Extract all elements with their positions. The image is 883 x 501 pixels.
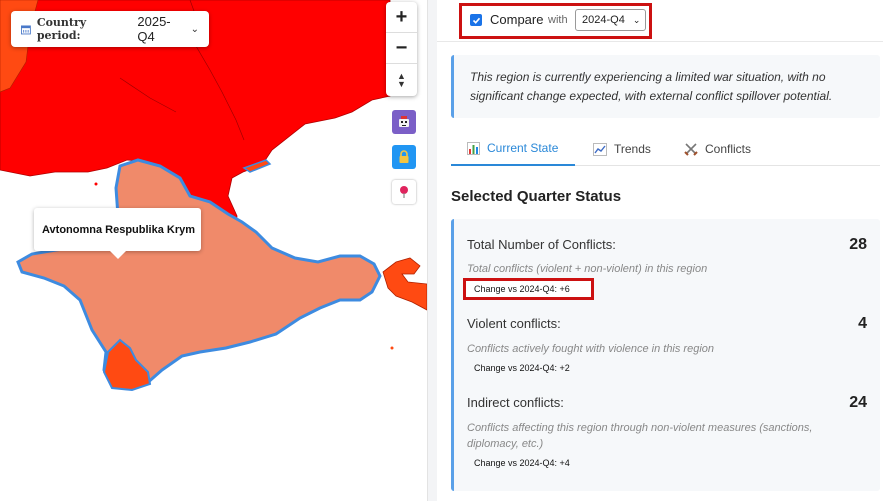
reset-north-button[interactable]: ▲ ▼	[386, 64, 417, 95]
app-root: Country period: 2025-Q4 ⌄ + − ▲ ▼ Avtono…	[0, 0, 883, 501]
country-period-value: 2025-Q4	[137, 14, 171, 44]
stat-violent-value: 4	[858, 315, 867, 332]
map-view[interactable]: Country period: 2025-Q4 ⌄ + − ▲ ▼ Avtono…	[0, 0, 427, 501]
chevron-down-icon: ⌄	[632, 14, 641, 25]
region-neighbor-east[interactable]	[382, 257, 427, 311]
compare-period-value: 2024-Q4	[582, 14, 625, 26]
stat-indirect-name: Indirect conflicts:	[467, 395, 564, 410]
map-islet	[94, 182, 98, 186]
stat-total-name: Total Number of Conflicts:	[467, 237, 616, 252]
compass-icon: ▲ ▼	[397, 70, 406, 89]
chevron-down-icon: ⌄	[190, 23, 199, 35]
stat-indirect-description: Conflicts affecting this region through …	[467, 422, 813, 450]
section-title: Selected Quarter Status	[451, 188, 622, 205]
panel-divider[interactable]	[427, 0, 437, 501]
region-tooltip-text: Avtonomna Respublika Krym	[42, 223, 196, 236]
panel-tabs: Current State Trends Conflicts	[451, 132, 880, 166]
bar-chart-icon	[467, 141, 480, 155]
stat-violent-description: Conflicts actively fought with violence …	[467, 343, 715, 355]
line-chart-icon	[593, 142, 607, 156]
lock-icon	[399, 150, 409, 163]
situation-callout: This region is currently experiencing a …	[451, 55, 880, 118]
country-period-dropdown[interactable]: 2025-Q4 ⌄	[137, 14, 199, 44]
checkmark-icon	[472, 17, 480, 24]
zoom-controls: + − ▲ ▼	[386, 2, 417, 96]
pin-tool-button[interactable]	[392, 180, 416, 204]
stat-total-value: 28	[849, 236, 867, 253]
calendar-icon	[21, 24, 31, 34]
stat-indirect-change: Change vs 2024-Q4: +4	[474, 458, 570, 468]
tab-conflicts[interactable]: Conflicts	[684, 132, 751, 166]
compare-with-label: with	[548, 14, 568, 26]
compare-bar: Compare with 2024-Q4 ⌄	[437, 0, 883, 42]
stat-total-change: Change vs 2024-Q4: +6	[474, 284, 570, 294]
status-card: Total Number of Conflicts: 28 Total conf…	[451, 219, 880, 491]
region-tooltip: Avtonomna Respublika Krym	[34, 208, 201, 259]
tab-conflicts-label: Conflicts	[705, 142, 752, 156]
crossed-swords-icon	[684, 143, 698, 156]
robot-icon	[399, 116, 409, 127]
stat-violent-name: Violent conflicts:	[467, 316, 561, 331]
zoom-out-button[interactable]: −	[386, 33, 417, 64]
country-period-selector[interactable]: Country period: 2025-Q4 ⌄	[11, 11, 209, 47]
situation-text: This region is currently experiencing a …	[470, 70, 833, 103]
compare-period-select[interactable]: 2024-Q4 ⌄	[575, 9, 646, 31]
stat-violent-change: Change vs 2024-Q4: +2	[474, 363, 570, 373]
robot-tool-button[interactable]	[392, 110, 416, 134]
tab-trends[interactable]: Trends	[593, 132, 651, 166]
tab-current-state[interactable]: Current State	[451, 132, 575, 166]
map-islet	[390, 346, 394, 350]
map-pin-icon	[400, 186, 408, 198]
zoom-in-button[interactable]: +	[386, 2, 417, 33]
stat-total-description: Total conflicts (violent + non-violent) …	[467, 263, 708, 275]
compare-checkbox[interactable]	[470, 14, 482, 26]
tab-trends-label: Trends	[614, 142, 651, 156]
info-panel: Compare with 2024-Q4 ⌄ This region is cu…	[437, 0, 883, 501]
country-period-label: Country period:	[36, 16, 87, 42]
compare-label[interactable]: Compare	[490, 12, 543, 27]
lock-tool-button[interactable]	[392, 145, 416, 169]
stat-indirect-value: 24	[849, 394, 867, 411]
tab-current-state-label: Current State	[487, 141, 559, 155]
